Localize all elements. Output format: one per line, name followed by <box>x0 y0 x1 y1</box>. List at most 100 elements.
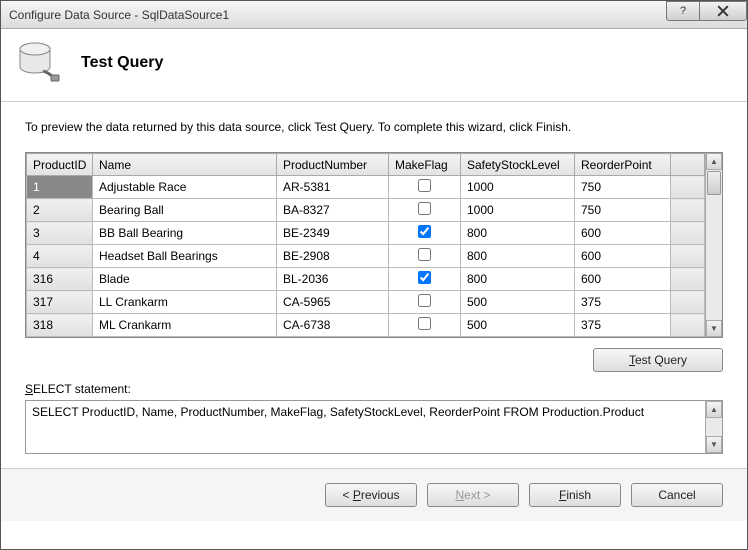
cell-safetystocklevel[interactable]: 800 <box>461 245 575 268</box>
makeflag-checkbox[interactable] <box>418 225 431 238</box>
footer-buttons: < Previous Next > Finish Cancel <box>1 469 747 521</box>
cell-makeflag[interactable] <box>389 176 461 199</box>
cell-name[interactable]: LL Crankarm <box>93 291 277 314</box>
cell-name[interactable]: ML Crankarm <box>93 314 277 337</box>
select-statement-text[interactable] <box>26 401 705 453</box>
cell-productid[interactable]: 4 <box>27 245 93 268</box>
makeflag-checkbox[interactable] <box>418 202 431 215</box>
cell-safetystocklevel[interactable]: 800 <box>461 268 575 291</box>
cell-productid[interactable]: 317 <box>27 291 93 314</box>
cell-filler <box>671 314 705 337</box>
cell-reorderpoint[interactable]: 600 <box>575 268 671 291</box>
window-title: Configure Data Source - SqlDataSource1 <box>9 8 229 22</box>
cell-makeflag[interactable] <box>389 291 461 314</box>
cell-productid[interactable]: 3 <box>27 222 93 245</box>
titlebar-controls: ? <box>667 1 747 21</box>
makeflag-checkbox[interactable] <box>418 179 431 192</box>
close-icon <box>717 5 729 17</box>
cell-reorderpoint[interactable]: 600 <box>575 222 671 245</box>
makeflag-checkbox[interactable] <box>418 317 431 330</box>
cell-productnumber[interactable]: CA-5965 <box>277 291 389 314</box>
results-grid[interactable]: ProductID Name ProductNumber MakeFlag Sa… <box>25 152 723 338</box>
cell-safetystocklevel[interactable]: 1000 <box>461 199 575 222</box>
col-header-safetystocklevel[interactable]: SafetyStockLevel <box>461 154 575 176</box>
scroll-thumb[interactable] <box>707 171 721 195</box>
cell-productid[interactable]: 316 <box>27 268 93 291</box>
stmt-scroll-down[interactable]: ▼ <box>706 436 722 453</box>
select-statement-box: ▲ ▼ <box>25 400 723 454</box>
table-row[interactable]: 3BB Ball BearingBE-2349 800600 <box>27 222 705 245</box>
header-area: Test Query <box>1 29 747 102</box>
statement-scrollbar[interactable]: ▲ ▼ <box>705 401 722 453</box>
table-row[interactable]: 4Headset Ball BearingsBE-2908 800600 <box>27 245 705 268</box>
close-button[interactable] <box>699 1 747 21</box>
scroll-down-button[interactable]: ▼ <box>706 320 722 337</box>
table-row[interactable]: 316BladeBL-2036 800600 <box>27 268 705 291</box>
cell-productid[interactable]: 2 <box>27 199 93 222</box>
cell-safetystocklevel[interactable]: 500 <box>461 291 575 314</box>
cell-filler <box>671 268 705 291</box>
cell-makeflag[interactable] <box>389 268 461 291</box>
cell-name[interactable]: Adjustable Race <box>93 176 277 199</box>
stmt-scroll-up[interactable]: ▲ <box>706 401 722 418</box>
col-header-productid[interactable]: ProductID <box>27 154 93 176</box>
cell-makeflag[interactable] <box>389 245 461 268</box>
col-header-makeflag[interactable]: MakeFlag <box>389 154 461 176</box>
dialog-window: Configure Data Source - SqlDataSource1 ? <box>0 0 748 550</box>
cell-reorderpoint[interactable]: 375 <box>575 314 671 337</box>
makeflag-checkbox[interactable] <box>418 248 431 261</box>
table-row[interactable]: 2Bearing BallBA-8327 1000750 <box>27 199 705 222</box>
table-row[interactable]: 1Adjustable RaceAR-5381 1000750 <box>27 176 705 199</box>
help-button[interactable]: ? <box>666 1 700 21</box>
cell-name[interactable]: Headset Ball Bearings <box>93 245 277 268</box>
cell-productnumber[interactable]: AR-5381 <box>277 176 389 199</box>
titlebar: Configure Data Source - SqlDataSource1 ? <box>1 1 747 29</box>
table-row[interactable]: 317LL CrankarmCA-5965 500375 <box>27 291 705 314</box>
cell-productid[interactable]: 318 <box>27 314 93 337</box>
grid-vertical-scrollbar[interactable]: ▲ ▼ <box>705 153 722 337</box>
help-icon: ? <box>680 5 686 17</box>
cell-safetystocklevel[interactable]: 500 <box>461 314 575 337</box>
cell-filler <box>671 245 705 268</box>
cell-productnumber[interactable]: BE-2349 <box>277 222 389 245</box>
cell-makeflag[interactable] <box>389 314 461 337</box>
cell-name[interactable]: Bearing Ball <box>93 199 277 222</box>
cell-makeflag[interactable] <box>389 199 461 222</box>
test-query-button[interactable]: Test Query <box>593 348 723 372</box>
grid-header-row: ProductID Name ProductNumber MakeFlag Sa… <box>27 154 705 176</box>
cell-filler <box>671 222 705 245</box>
cell-safetystocklevel[interactable]: 800 <box>461 222 575 245</box>
cell-filler <box>671 176 705 199</box>
cell-reorderpoint[interactable]: 750 <box>575 199 671 222</box>
col-header-productnumber[interactable]: ProductNumber <box>277 154 389 176</box>
cell-safetystocklevel[interactable]: 1000 <box>461 176 575 199</box>
cell-productnumber[interactable]: BE-2908 <box>277 245 389 268</box>
previous-button[interactable]: < Previous <box>325 483 417 507</box>
cell-productnumber[interactable]: BA-8327 <box>277 199 389 222</box>
makeflag-checkbox[interactable] <box>418 294 431 307</box>
col-header-filler <box>671 154 705 176</box>
cell-makeflag[interactable] <box>389 222 461 245</box>
page-heading: Test Query <box>81 54 163 72</box>
cell-productnumber[interactable]: CA-6738 <box>277 314 389 337</box>
cell-reorderpoint[interactable]: 375 <box>575 291 671 314</box>
cell-reorderpoint[interactable]: 600 <box>575 245 671 268</box>
cell-name[interactable]: BB Ball Bearing <box>93 222 277 245</box>
select-statement-label: SELECT statement: <box>1 378 747 398</box>
cell-name[interactable]: Blade <box>93 268 277 291</box>
table-row[interactable]: 318ML CrankarmCA-6738 500375 <box>27 314 705 337</box>
next-button: Next > <box>427 483 519 507</box>
scroll-up-button[interactable]: ▲ <box>706 153 722 170</box>
col-header-reorderpoint[interactable]: ReorderPoint <box>575 154 671 176</box>
finish-button[interactable]: Finish <box>529 483 621 507</box>
col-header-name[interactable]: Name <box>93 154 277 176</box>
test-query-row: Test Query <box>1 338 747 378</box>
cancel-button[interactable]: Cancel <box>631 483 723 507</box>
cell-filler <box>671 291 705 314</box>
datasource-icon <box>15 39 63 87</box>
makeflag-checkbox[interactable] <box>418 271 431 284</box>
cell-productnumber[interactable]: BL-2036 <box>277 268 389 291</box>
cell-productid[interactable]: 1 <box>27 176 93 199</box>
grid-table: ProductID Name ProductNumber MakeFlag Sa… <box>26 153 705 337</box>
cell-reorderpoint[interactable]: 750 <box>575 176 671 199</box>
